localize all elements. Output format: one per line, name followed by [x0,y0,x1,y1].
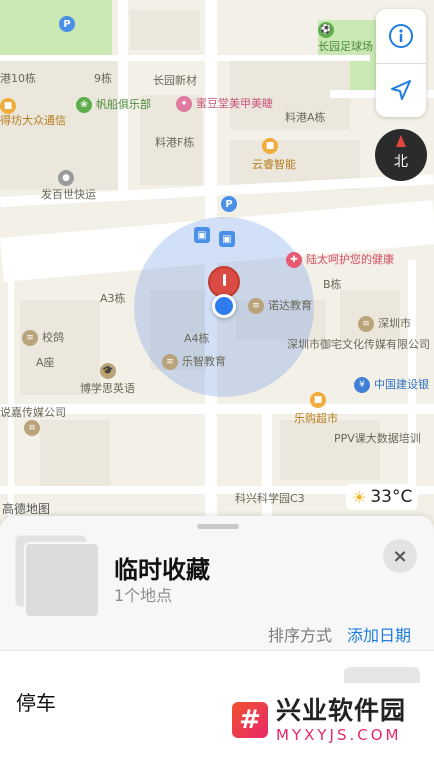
close-icon: × [392,545,408,567]
watermark-url: MYXYJS.COM [276,726,402,744]
map-poi[interactable]: ≡ 乐智教育 [162,354,226,370]
poi-label: 校鸽 [42,331,64,344]
list-item-label: 停车 [16,691,56,715]
map-label: A4栋 [184,332,210,345]
map-poi[interactable]: ■ [310,392,326,408]
watermark-text: 兴业软件园 MYXYJS.COM [276,696,406,744]
parking-icon[interactable]: P [221,196,237,212]
block [20,300,100,395]
poi-label: 深圳市 [378,317,411,330]
briefcase-icon: ■ [262,138,278,154]
health-icon: ✚ [286,252,302,268]
map-label[interactable]: 说嘉传媒公司 [0,406,66,420]
club-icon: ❀ [76,97,92,113]
bus-stop-icon[interactable]: ▣ [219,231,235,247]
collection-count: 1个地点 [114,586,173,605]
map-label: 9栋 [94,72,112,85]
watermark-title: 兴业软件园 [276,696,407,725]
map-label[interactable]: 乐购超市 [294,412,338,426]
supermarket-icon: ■ [310,392,326,408]
poi-label: 蜜豆堂美甲美睫 [196,97,273,110]
map-provider-logo: 高德地图 [2,502,51,516]
football-icon: ⚽ [318,22,334,38]
map-poi[interactable]: ■ [262,138,278,154]
weather-temp: 33°C [370,487,413,507]
weather-badge: ☀ 33°C [346,484,419,510]
map-poi[interactable]: ● [58,170,74,186]
education-icon: ≡ [248,298,264,314]
map-label: A座 [36,356,55,369]
map-poi[interactable]: ≡ 深圳市 [358,316,411,332]
map-poi[interactable]: ≡ 诺达教育 [248,298,312,314]
map-view[interactable]: P P ▣ ▣ 港10栋 9栋 长园新材 ✦ 蜜豆堂美甲美睫 料港A栋 ⚽ 长园… [0,0,434,530]
road [408,260,416,490]
road [262,414,272,530]
map-poi[interactable]: 🎓 [100,363,116,379]
current-location-icon [212,294,236,318]
map-label: 料港A栋 [285,111,326,124]
map-poi[interactable]: ¥ 中国建设银 [354,377,429,393]
locate-button[interactable] [376,63,426,117]
poi-label: 中国建设银 [374,378,429,391]
map-poi[interactable]: ⚽ [318,22,334,38]
block [40,420,110,490]
collection-thumbnail [24,542,100,618]
map-label[interactable]: 博学思英语 [80,382,135,396]
shop-icon: ■ [0,98,16,114]
road [8,280,14,530]
beauty-icon: ✦ [176,96,192,112]
map-label[interactable]: 长园新材 [153,74,197,88]
compass-button[interactable]: 北 [375,129,427,181]
block [130,10,200,50]
park-area [0,0,112,55]
map-poi[interactable]: ■ [0,98,16,114]
sheet-grabber[interactable] [197,524,239,529]
poi-label: 陆太呵护您的健康 [306,253,394,266]
map-controls [376,9,426,117]
map-label: A3栋 [100,292,126,305]
shop-icon: ● [58,170,74,186]
parking-icon[interactable]: P [59,16,75,32]
navigation-arrow-icon [391,80,411,100]
map-label[interactable]: 深圳市御宅文化传媒有限公司 [287,338,430,352]
poi-label: 乐智教育 [182,355,226,368]
map-label: B栋 [323,278,342,291]
map-poi[interactable]: ✦ 蜜豆堂美甲美睫 [176,96,273,112]
graduation-icon: 🎓 [100,363,116,379]
poi-label: 诺达教育 [268,299,312,312]
map-label: 科兴科学园C3 [235,492,305,505]
map-label: 料港F栋 [155,136,195,149]
map-poi[interactable]: ≡ 校鸽 [22,330,64,346]
map-label[interactable]: 云睿智能 [252,158,296,172]
company-icon: ≡ [358,316,374,332]
bus-stop-icon[interactable]: ▣ [194,227,210,243]
map-label[interactable]: PPV课大数据培训 [334,432,421,446]
map-label[interactable]: 得坊大众通信 [0,114,66,128]
sort-label: 排序方式 [268,626,333,645]
bank-icon: ¥ [354,377,370,393]
collection-title: 临时收藏 [114,556,210,584]
sort-option-button[interactable]: 添加日期 [347,622,411,646]
map-poi[interactable]: ✚ 陆太呵护您的健康 [286,252,394,268]
company-icon: ≡ [24,420,40,436]
road [0,55,370,61]
compass-label: 北 [394,154,408,170]
info-icon [389,24,413,48]
block [280,420,380,480]
company-icon: ≡ [22,330,38,346]
map-label: 港10栋 [0,72,36,85]
poi-label: 帆船俱乐部 [96,98,151,111]
education-icon: ≡ [162,354,178,370]
map-label[interactable]: 发百世快运 [41,188,96,202]
compass-needle-icon [396,135,406,147]
watermark: # 兴业软件园 MYXYJS.COM [218,683,434,757]
watermark-logo: # [232,702,268,738]
map-poi[interactable]: ❀ 帆船俱乐部 [76,97,151,113]
close-button[interactable]: × [383,539,417,573]
block [340,290,400,340]
info-button[interactable] [376,9,426,63]
sun-icon: ☀ [352,487,367,507]
map-poi[interactable]: ≡ [24,420,40,436]
map-label[interactable]: 长园足球场 [318,40,373,54]
